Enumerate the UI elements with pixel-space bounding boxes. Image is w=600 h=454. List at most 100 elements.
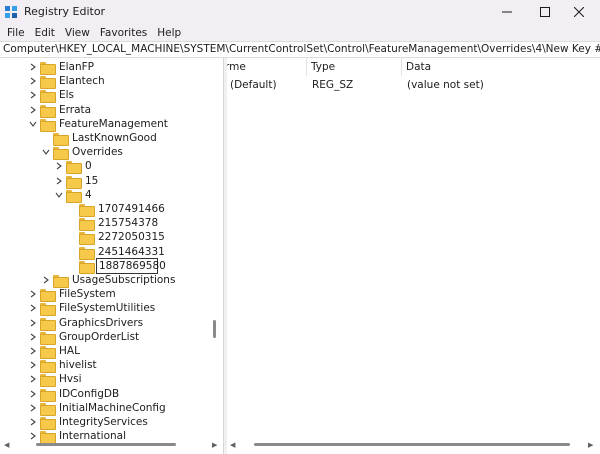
tree-item-label: HAL xyxy=(59,345,80,357)
folder-icon xyxy=(66,160,82,175)
menu-favorites[interactable]: Favorites xyxy=(95,27,152,39)
tree-item-label: IntegrityServices xyxy=(59,416,148,428)
minimize-icon xyxy=(502,11,512,13)
menu-edit[interactable]: Edit xyxy=(30,27,60,39)
close-button[interactable] xyxy=(556,0,600,24)
tree-item[interactable]: International xyxy=(28,429,126,445)
menu-help[interactable]: Help xyxy=(152,27,186,39)
tree-item[interactable]: 1887869580 xyxy=(67,257,166,274)
menu-view[interactable]: View xyxy=(60,27,95,39)
column-header-name[interactable]: rme xyxy=(227,58,307,76)
tree-item-label: Hvsi xyxy=(59,373,82,386)
tree-item-label: 2272050315 xyxy=(98,231,165,244)
folder-icon xyxy=(66,189,82,203)
chevron-right-icon[interactable] xyxy=(28,387,38,401)
chevron-right-icon[interactable] xyxy=(28,372,38,386)
chevron-right-icon[interactable] xyxy=(28,358,38,372)
tree-item-rename-field[interactable]: 1887869580 xyxy=(96,257,166,274)
column-header-type[interactable]: Type xyxy=(307,58,402,76)
key-tree-pane[interactable]: ElanFP Elantech Els Errata FeatureManagement… xyxy=(0,58,223,454)
tree-item[interactable]: hivelist xyxy=(28,358,97,374)
tree-item[interactable]: FeatureManagement xyxy=(28,117,168,132)
tree-item[interactable]: 0 xyxy=(54,159,92,175)
tree-item-label: FileSystem xyxy=(59,288,116,301)
chevron-right-icon[interactable] xyxy=(28,316,38,330)
folder-icon xyxy=(40,430,56,445)
tree-horizontal-scrollbar-thumb[interactable] xyxy=(36,443,176,446)
tree-item-label: ElanFP xyxy=(59,61,95,73)
tree-item[interactable]: IntegrityServices xyxy=(28,415,148,430)
tree-item-label: UsageSubscriptions xyxy=(72,274,176,286)
chevron-right-icon[interactable] xyxy=(54,159,64,173)
folder-icon xyxy=(40,75,56,90)
chevron-right-icon[interactable] xyxy=(28,344,38,358)
tree-item[interactable]: IDConfigDB xyxy=(28,387,119,402)
chevron-right-icon[interactable] xyxy=(28,330,38,344)
list-scroll-right-arrow[interactable]: ▶ xyxy=(588,441,593,449)
tree-item-label: 2451464331 xyxy=(98,245,165,258)
chevron-right-icon[interactable] xyxy=(28,88,38,102)
tree-item[interactable]: Els xyxy=(28,88,74,104)
chevron-down-icon[interactable] xyxy=(54,188,64,202)
folder-icon xyxy=(40,331,56,345)
menu-file[interactable]: File xyxy=(2,27,30,39)
chevron-right-icon[interactable] xyxy=(28,301,38,315)
tree-item[interactable]: 215754378 xyxy=(67,216,158,232)
tree-item[interactable]: 2272050315 xyxy=(67,230,165,246)
tree-item-label: Overrides xyxy=(72,146,123,159)
folder-icon xyxy=(79,203,95,217)
tree-item[interactable]: FileSystem xyxy=(28,287,116,303)
tree-item-label: LastKnownGood xyxy=(72,132,157,144)
chevron-right-icon[interactable] xyxy=(28,74,38,88)
maximize-icon xyxy=(540,7,550,17)
tree-item[interactable]: Hvsi xyxy=(28,372,82,388)
tree-vertical-scrollbar-thumb[interactable] xyxy=(213,320,216,338)
tree-item[interactable]: 15 xyxy=(54,174,98,189)
value-list-pane[interactable]: rme Type Data (Default) REG_SZ (value no… xyxy=(227,58,600,454)
tree-item[interactable]: ElanFP xyxy=(28,60,95,75)
tree-item[interactable]: 1707491466 xyxy=(67,202,165,217)
chevron-down-icon[interactable] xyxy=(28,117,38,131)
tree-item[interactable]: HAL xyxy=(28,344,80,359)
tree-item-label: FileSystemUtilities xyxy=(59,302,156,315)
tree-item[interactable]: InitialMachineConfig xyxy=(28,401,166,416)
chevron-right-icon[interactable] xyxy=(28,429,38,443)
tree-item[interactable]: 4 xyxy=(54,188,92,203)
folder-icon xyxy=(79,231,95,246)
tree-item[interactable]: Overrides xyxy=(41,145,123,161)
value-type-cell: REG_SZ xyxy=(312,79,354,91)
tree-scroll-left-arrow[interactable]: ◀ xyxy=(4,441,9,449)
tree-item[interactable]: GraphicsDrivers xyxy=(28,316,144,331)
chevron-right-icon[interactable] xyxy=(54,174,64,188)
chevron-down-icon[interactable] xyxy=(41,145,51,159)
tree-item-label: FeatureManagement xyxy=(59,117,168,130)
tree-item[interactable]: GroupOrderList xyxy=(28,330,139,345)
chevron-right-icon[interactable] xyxy=(28,401,38,415)
folder-icon xyxy=(40,345,56,359)
chevron-right-icon[interactable] xyxy=(41,273,51,287)
address-bar[interactable]: Computer\HKEY_LOCAL_MACHINE\SYSTEM\Curre… xyxy=(0,41,600,58)
chevron-right-icon[interactable] xyxy=(28,60,38,74)
folder-icon xyxy=(40,373,56,388)
tree-item[interactable]: FileSystemUtilities xyxy=(28,301,156,317)
list-scroll-left-arrow[interactable]: ◀ xyxy=(230,441,235,449)
chevron-right-icon[interactable] xyxy=(28,287,38,301)
close-icon xyxy=(574,7,584,17)
tree-item[interactable]: Elantech xyxy=(28,74,105,90)
folder-icon xyxy=(40,416,56,430)
tree-scroll-right-arrow[interactable]: ▶ xyxy=(212,441,217,449)
title-bar: Registry Editor xyxy=(0,0,600,24)
tree-item[interactable]: UsageSubscriptions xyxy=(41,273,176,288)
folder-icon xyxy=(40,302,56,317)
tree-item[interactable]: 2451464331 xyxy=(67,245,165,260)
tree-item-label: GraphicsDrivers xyxy=(59,316,144,329)
chevron-right-icon[interactable] xyxy=(28,103,38,117)
tree-item-label: 1707491466 xyxy=(98,203,165,215)
column-header-data[interactable]: Data xyxy=(402,58,600,76)
chevron-right-icon[interactable] xyxy=(28,415,38,429)
value-name-cell[interactable]: (Default) xyxy=(230,78,277,93)
list-horizontal-scrollbar-thumb[interactable] xyxy=(254,443,570,446)
tree-item[interactable]: Errata xyxy=(28,103,91,118)
tree-item[interactable]: LastKnownGood xyxy=(41,131,157,146)
